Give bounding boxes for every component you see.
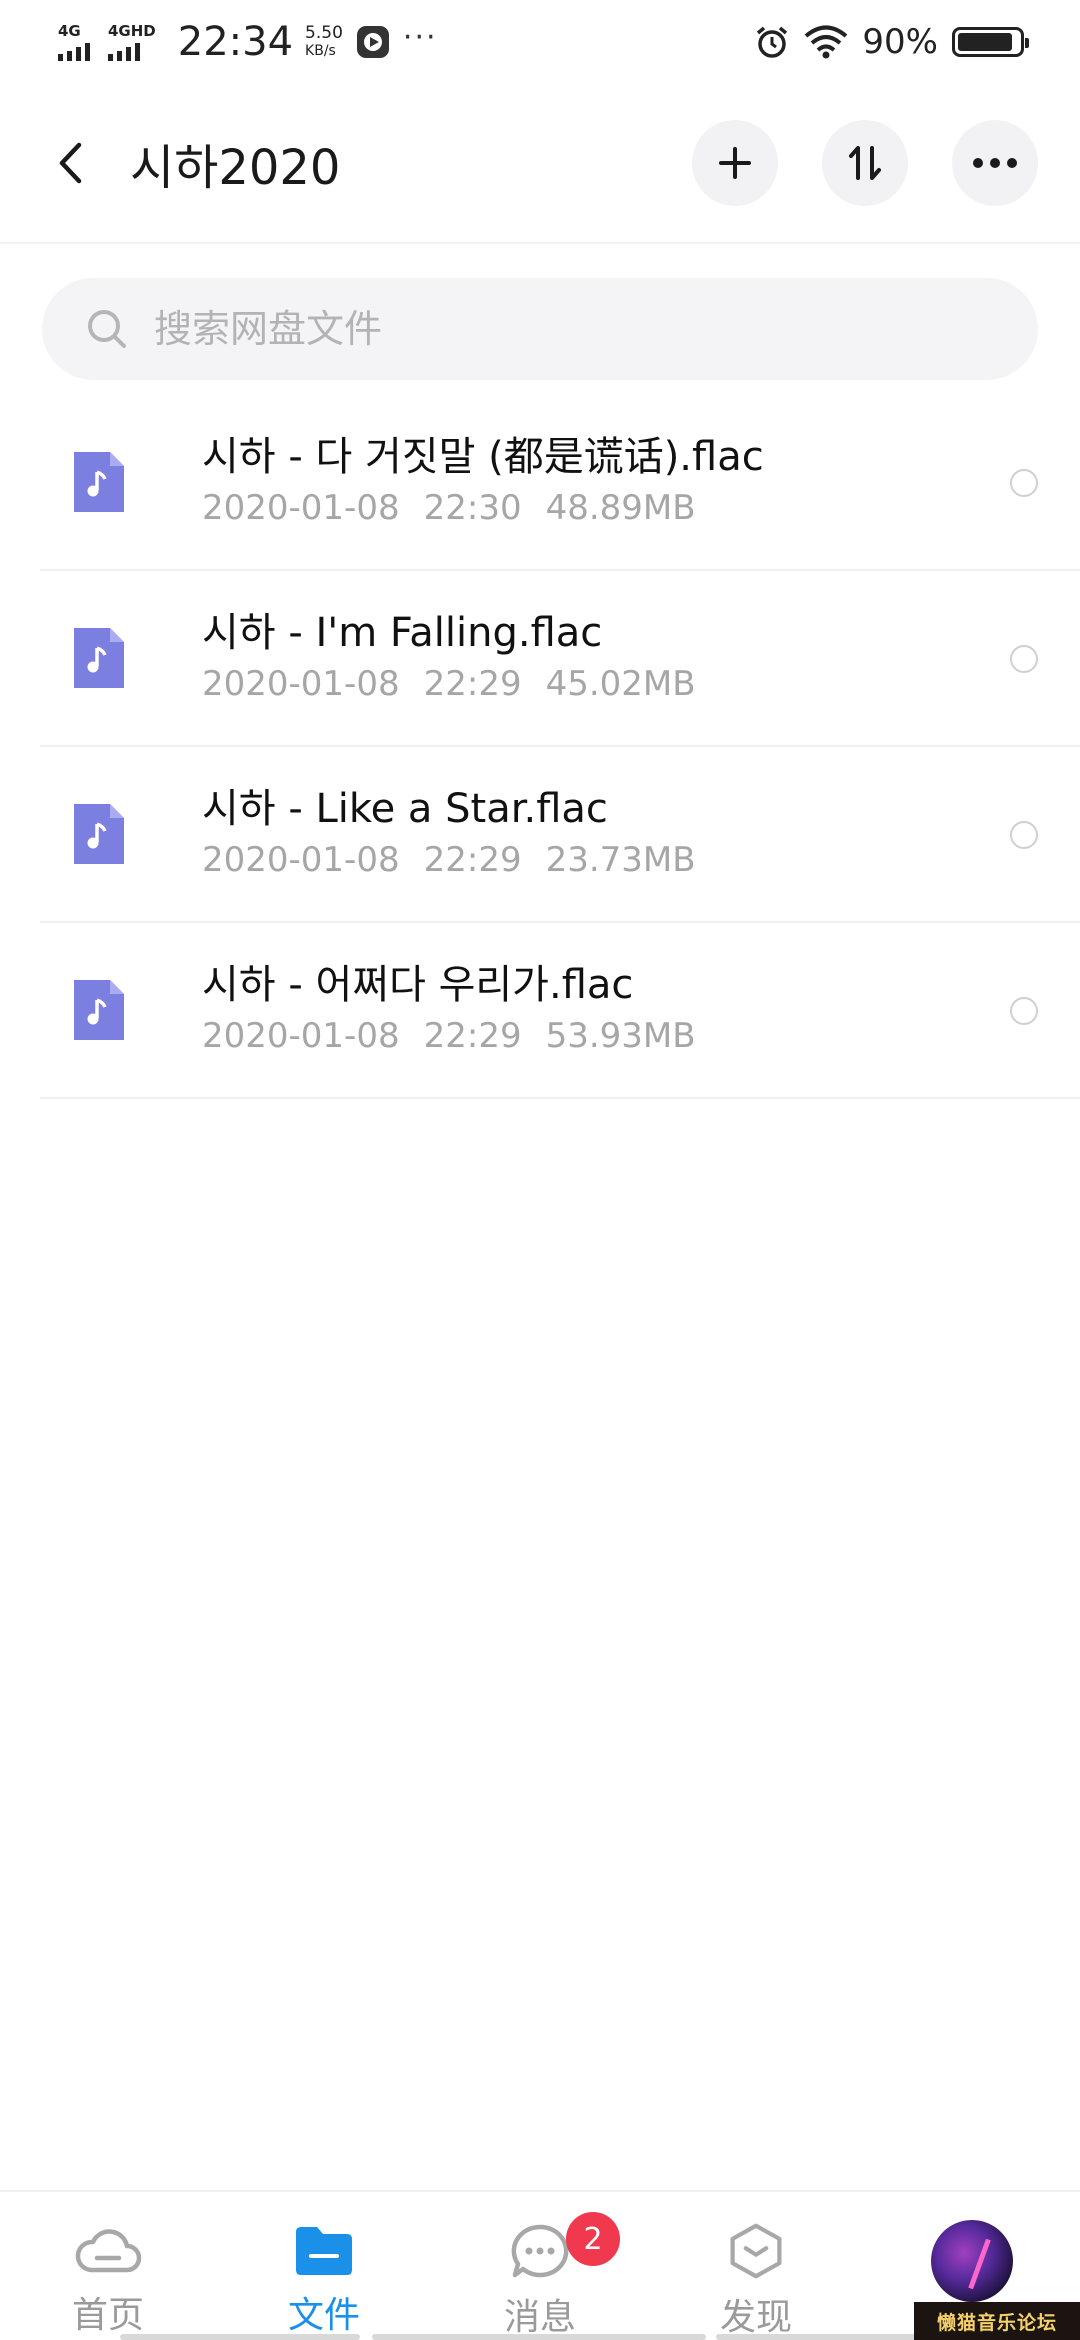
search-input[interactable] bbox=[154, 307, 954, 351]
status-bar: 4G 4GHD 22:34 5.50 KB/s ··· 90% bbox=[0, 0, 1080, 84]
select-radio[interactable] bbox=[1010, 997, 1038, 1025]
file-name: 시하 - Like a Star.flac bbox=[202, 786, 608, 832]
audio-file-icon bbox=[74, 452, 124, 512]
file-date: 2020-01-08 bbox=[202, 1016, 400, 1056]
sort-button[interactable] bbox=[822, 120, 908, 206]
search-bar[interactable] bbox=[42, 278, 1038, 380]
sort-icon bbox=[849, 146, 881, 180]
file-time: 22:29 bbox=[423, 1016, 522, 1056]
file-meta: 2020-01-08 22:29 23.73MB bbox=[202, 836, 696, 884]
network-speed: 5.50 KB/s bbox=[305, 24, 343, 60]
audio-file-icon bbox=[74, 628, 124, 688]
nav-messages[interactable]: 2 消息 bbox=[432, 2192, 648, 2340]
nav-label-files: 文件 bbox=[287, 2295, 360, 2336]
file-size: 45.02MB bbox=[545, 664, 696, 704]
file-size: 23.73MB bbox=[545, 840, 696, 880]
select-radio[interactable] bbox=[1010, 821, 1038, 849]
battery-fill bbox=[958, 33, 1012, 51]
network-label-1: 4G bbox=[58, 21, 81, 40]
home-indicator bbox=[372, 2334, 706, 2340]
battery-percent: 90% bbox=[862, 22, 938, 62]
file-time: 22:29 bbox=[423, 840, 522, 880]
nav-files[interactable]: 文件 bbox=[216, 2192, 432, 2340]
file-name: 시하 - I'm Falling.flac bbox=[202, 610, 603, 656]
signal-1: 4G bbox=[58, 21, 90, 61]
network-label-2: 4GHD bbox=[108, 21, 156, 40]
add-button[interactable] bbox=[692, 120, 778, 206]
file-row[interactable]: 시하 - I'm Falling.flac 2020-01-08 22:29 45.… bbox=[40, 571, 1080, 747]
back-button[interactable] bbox=[50, 133, 90, 193]
bottom-nav: 首页 文件 2 消息 发现 懒猫音乐论坛 bbox=[0, 2190, 1080, 2340]
file-meta: 2020-01-08 22:29 53.93MB bbox=[202, 1012, 696, 1060]
signal-bars-icon bbox=[108, 42, 140, 61]
file-size: 48.89MB bbox=[545, 488, 696, 528]
file-size: 53.93MB bbox=[545, 1016, 696, 1056]
battery-icon bbox=[952, 27, 1029, 57]
select-radio[interactable] bbox=[1010, 645, 1038, 673]
file-date: 2020-01-08 bbox=[202, 840, 400, 880]
file-name: 시하 - 다 거짓말 (都是谎话).flac bbox=[202, 434, 764, 480]
cloud-icon bbox=[75, 2229, 142, 2273]
file-time: 22:29 bbox=[423, 664, 522, 704]
file-time: 22:30 bbox=[423, 488, 522, 528]
header: 시하2020 bbox=[0, 84, 1080, 244]
select-radio[interactable] bbox=[1010, 469, 1038, 497]
unread-badge: 2 bbox=[566, 2212, 620, 2266]
media-play-icon bbox=[356, 26, 389, 58]
page-title: 시하2020 bbox=[130, 140, 341, 196]
folder-icon bbox=[296, 2227, 352, 2275]
home-indicator bbox=[120, 2334, 360, 2340]
file-row[interactable]: 시하 - Like a Star.flac 2020-01-08 22:29 23.… bbox=[40, 747, 1080, 923]
watermark: 懒猫音乐论坛 bbox=[914, 2302, 1080, 2340]
file-meta: 2020-01-08 22:29 45.02MB bbox=[202, 660, 696, 708]
alarm-icon bbox=[757, 26, 788, 58]
search-icon bbox=[88, 310, 126, 348]
file-row[interactable]: 시하 - 어쩌다 우리가.flac 2020-01-08 22:29 53.93MB bbox=[40, 923, 1080, 1099]
file-row[interactable]: 시하 - 다 거짓말 (都是谎话).flac 2020-01-08 22:30 48… bbox=[40, 395, 1080, 571]
plus-icon bbox=[719, 147, 751, 179]
file-name: 시하 - 어쩌다 우리가.flac bbox=[202, 962, 634, 1008]
avatar[interactable] bbox=[931, 2220, 1013, 2302]
file-meta: 2020-01-08 22:30 48.89MB bbox=[202, 484, 764, 532]
chat-icon bbox=[511, 2224, 569, 2278]
signal-bars-icon bbox=[58, 42, 90, 61]
file-list: 시하 - 다 거짓말 (都是谎话).flac 2020-01-08 22:30 48… bbox=[0, 395, 1080, 1099]
file-date: 2020-01-08 bbox=[202, 664, 400, 704]
more-notifications-icon: ··· bbox=[402, 19, 438, 55]
file-date: 2020-01-08 bbox=[202, 488, 400, 528]
chevron-left-icon bbox=[59, 142, 82, 184]
nav-label-messages: 消息 bbox=[503, 2297, 576, 2338]
more-horizontal-icon bbox=[973, 158, 1017, 168]
discover-icon bbox=[730, 2223, 782, 2279]
nav-label-discover: 发现 bbox=[719, 2297, 792, 2338]
nav-label-home: 首页 bbox=[71, 2295, 144, 2336]
nav-discover[interactable]: 发现 bbox=[648, 2192, 864, 2340]
audio-file-icon bbox=[74, 980, 124, 1040]
speed-unit: KB/s bbox=[305, 43, 336, 59]
signal-2: 4GHD bbox=[108, 21, 156, 61]
more-button[interactable] bbox=[952, 120, 1038, 206]
nav-home[interactable]: 首页 bbox=[0, 2192, 216, 2340]
speed-value: 5.50 bbox=[305, 23, 343, 43]
audio-file-icon bbox=[74, 804, 124, 864]
status-time: 22:34 bbox=[177, 19, 294, 65]
wifi-icon bbox=[805, 25, 848, 59]
home-indicator bbox=[716, 2334, 930, 2340]
